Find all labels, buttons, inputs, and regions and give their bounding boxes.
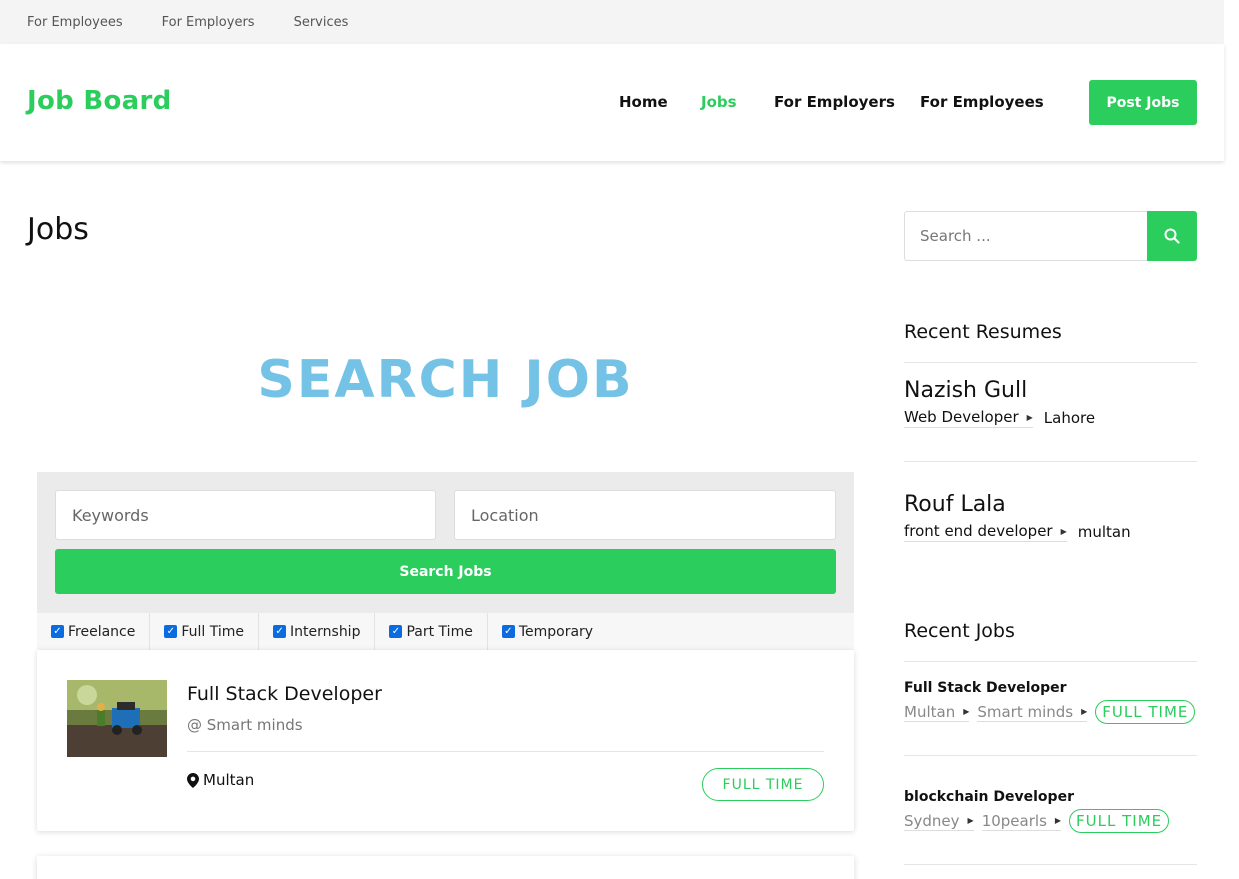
caret-right-icon: ▶ — [1054, 816, 1062, 825]
resume-location: Lahore — [1043, 409, 1096, 427]
job-title[interactable]: Full Stack Developer — [187, 683, 382, 705]
recent-job-meta: Sydney ▶ 10pearls ▶ FULL TIME — [904, 809, 1170, 833]
topbar-link-services[interactable]: Services — [294, 15, 349, 30]
post-jobs-button[interactable]: Post Jobs — [1089, 80, 1197, 125]
recent-job-company-text: Smart minds — [977, 702, 1074, 721]
checkbox-checked-icon[interactable]: ✓ — [389, 625, 403, 638]
filter-freelance[interactable]: ✓ Freelance — [37, 613, 151, 650]
divider — [904, 864, 1197, 865]
divider — [904, 461, 1197, 462]
recent-job-company-text: 10pearls — [981, 811, 1047, 830]
recent-job-title[interactable]: Full Stack Developer — [904, 680, 1067, 696]
top-bar: For Employees For Employers Services — [0, 0, 1224, 44]
recent-job-meta: Multan ▶ Smart minds ▶ FULL TIME — [904, 700, 1196, 724]
job-type-badge: FULL TIME — [1069, 809, 1170, 833]
recent-job-location-text: Multan — [904, 702, 956, 721]
resume-location: multan — [1077, 523, 1131, 541]
nav-employees[interactable]: For Employees — [920, 93, 1044, 111]
filter-label: Part Time — [406, 623, 473, 640]
recent-jobs-heading: Recent Jobs — [904, 620, 1015, 642]
location-input[interactable]: Location — [454, 490, 836, 540]
divider — [904, 755, 1197, 756]
job-thumbnail-image — [67, 680, 167, 757]
caret-right-icon: ▶ — [1081, 707, 1088, 716]
job-search-form: Keywords Location Search Jobs — [37, 472, 854, 613]
caret-right-icon: ▶ — [963, 707, 970, 716]
sidebar-search-button[interactable] — [1147, 211, 1197, 261]
checkbox-checked-icon[interactable]: ✓ — [501, 625, 515, 638]
resume-meta: Web Developer ▶ Lahore — [904, 408, 1095, 428]
filter-part-time[interactable]: ✓ Part Time — [375, 613, 488, 650]
job-type-badge: FULL TIME — [702, 768, 824, 801]
nav-employers[interactable]: For Employers — [774, 93, 895, 111]
search-jobs-button[interactable]: Search Jobs — [55, 549, 836, 594]
job-location: Multan — [187, 771, 254, 789]
sidebar-search-input[interactable]: Search ... — [904, 211, 1148, 261]
filter-label: Freelance — [68, 623, 136, 640]
resume-role-text: front end developer — [904, 522, 1053, 540]
recent-resumes-heading: Recent Resumes — [904, 321, 1062, 343]
caret-right-icon: ▶ — [1060, 526, 1067, 536]
page-title: Jobs — [27, 212, 89, 247]
recent-job-location: Sydney ▶ — [904, 812, 974, 831]
filter-full-time[interactable]: ✓ Full Time — [150, 613, 260, 650]
topbar-link-employers[interactable]: For Employers — [162, 15, 255, 30]
recent-job-title[interactable]: blockchain Developer — [904, 789, 1074, 805]
resume-name[interactable]: Nazish Gull — [904, 378, 1027, 403]
recent-job-location-text: Sydney — [904, 811, 960, 830]
caret-right-icon: ▶ — [967, 816, 974, 825]
caret-right-icon: ▶ — [1026, 412, 1033, 422]
search-icon — [1164, 228, 1180, 244]
filter-temporary[interactable]: ✓ Temporary — [488, 613, 607, 650]
site-logo[interactable]: Job Board — [27, 86, 172, 116]
nav-home[interactable]: Home — [619, 93, 668, 111]
resume-name[interactable]: Rouf Lala — [904, 492, 1006, 517]
recent-job-company: 10pearls ▶ — [981, 811, 1062, 831]
checkbox-checked-icon[interactable]: ✓ — [51, 625, 64, 638]
job-listing-card[interactable] — [37, 856, 854, 879]
divider — [187, 751, 824, 752]
filter-internship[interactable]: ✓ Internship — [259, 613, 376, 650]
job-listing-card[interactable]: Full Stack Developer @ Smart minds Multa… — [37, 650, 854, 831]
recent-job-company: Smart minds ▶ — [977, 702, 1088, 722]
checkbox-checked-icon[interactable]: ✓ — [164, 625, 178, 638]
recent-job-location: Multan ▶ — [904, 702, 970, 722]
job-location-text: Multan — [203, 771, 255, 789]
resume-role: Web Developer ▶ — [904, 408, 1033, 428]
job-type-filters: ✓ Freelance ✓ Full Time ✓ Internship ✓ P… — [37, 613, 854, 650]
keywords-input[interactable]: Keywords — [55, 490, 436, 540]
resume-role: front end developer ▶ — [904, 522, 1067, 542]
divider — [904, 661, 1197, 662]
resume-role-text: Web Developer — [904, 408, 1019, 426]
job-type-badge: FULL TIME — [1095, 700, 1196, 724]
topbar-link-employees[interactable]: For Employees — [27, 15, 123, 30]
filter-label: Internship — [290, 623, 361, 640]
filter-label: Full Time — [181, 623, 245, 640]
map-marker-icon — [187, 772, 199, 788]
divider — [904, 362, 1197, 363]
resume-meta: front end developer ▶ multan — [904, 522, 1131, 542]
site-header: Job Board Home Jobs For Employers For Em… — [0, 44, 1224, 161]
filter-label: Temporary — [518, 623, 594, 640]
job-company: @ Smart minds — [187, 716, 303, 734]
search-job-banner: SEARCH JOB — [257, 350, 634, 410]
checkbox-checked-icon[interactable]: ✓ — [273, 625, 287, 638]
nav-jobs[interactable]: Jobs — [701, 93, 737, 111]
